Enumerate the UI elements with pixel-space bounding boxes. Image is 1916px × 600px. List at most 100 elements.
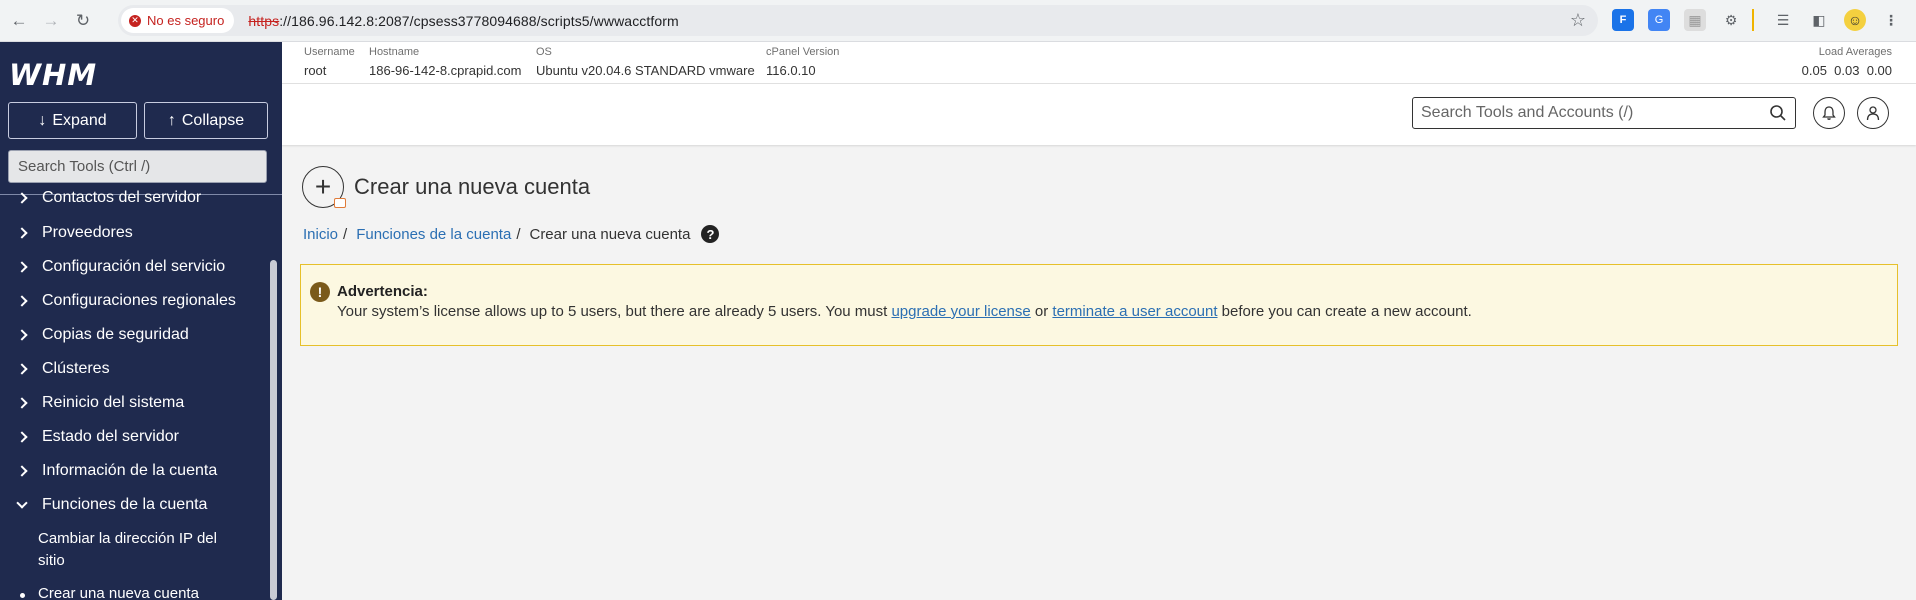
sidebar-item-regional-config[interactable]: Configuraciones regionales [16,292,236,310]
breadcrumb-separator: / [516,225,521,243]
address-bar[interactable]: ✕ No es seguro https://186.96.142.8:2087… [118,5,1598,36]
warning-text-after: before you can create a new account. [1217,303,1472,320]
url-scheme: https [248,12,280,29]
security-chip[interactable]: ✕ No es seguro [121,8,235,33]
toolbar-divider [1752,9,1754,31]
expand-button[interactable]: ↓ Expand [8,102,137,139]
chevron-right-icon [16,295,28,307]
account-badge-icon [334,198,346,208]
profile-avatar-icon[interactable]: ☺ [1844,9,1866,31]
chevron-right-icon [16,397,28,409]
browser-toolbar: ← → ↻ ✕ No es seguro https://186.96.142.… [0,0,1916,42]
help-icon[interactable]: ? [701,225,720,243]
server-info-bar: Username root Hostname 186-96-142-8.cpra… [282,42,1916,84]
sidebar-item-label: Reinicio del sistema [42,394,185,411]
breadcrumb-home-link[interactable]: Inicio [303,226,338,243]
translate-icon[interactable]: G [1648,9,1670,31]
warning-icon: ✕ [129,14,141,27]
os-label: OS [536,46,552,58]
reload-icon[interactable]: ↻ [67,5,99,37]
chevron-right-icon [16,261,28,273]
security-label: No es seguro [147,13,225,28]
search-placeholder: Search Tools and Accounts (/) [1421,104,1634,121]
search-icon [1770,105,1786,121]
hostname-label: Hostname [369,46,420,58]
warning-text-mid: or [1030,303,1053,320]
sidebar-subitem-change-ip[interactable]: Cambiar la dirección IP del sitio [38,528,238,572]
expand-label: Expand [52,111,107,129]
bookmark-star-icon[interactable]: ☆ [1570,10,1586,31]
extension-gray-icon[interactable]: ▦ [1684,9,1706,31]
sidebar-item-account-info[interactable]: Información de la cuenta [16,462,218,480]
sidebar-item-system-reboot[interactable]: Reinicio del sistema [16,394,185,412]
sidebar-item-label: Configuración del servicio [42,258,226,275]
sidebar-item-server-contacts[interactable]: Contactos del servidor [16,189,202,207]
breadcrumb-section-link[interactable]: Funciones de la cuenta [356,226,511,243]
sidebar-item-label: Proveedores [42,224,133,241]
sidebar-item-label: Información de la cuenta [42,462,218,479]
sidebar-item-label: Clústeres [42,360,110,377]
arrow-up-icon: ↑ [167,111,176,129]
sidebar-item-backups[interactable]: Copias de seguridad [16,326,189,344]
collapse-button[interactable]: ↑ Collapse [144,102,268,139]
sidebar-item-label: Funciones de la cuenta [42,496,208,513]
media-queue-icon[interactable]: ☰ [1772,9,1794,31]
hostname-value: 186-96-142-8.cprapid.com [369,63,522,78]
chevron-right-icon [16,363,28,375]
sidebar-item-label: Copias de seguridad [42,326,189,343]
whm-logo[interactable]: WHM [9,58,97,92]
sidebar-item-server-status[interactable]: Estado del servidor [16,428,179,446]
create-account-icon: + [302,166,346,208]
back-icon[interactable]: ← [3,5,35,37]
side-panel-icon[interactable]: ◧ [1808,9,1830,31]
username-label: Username [304,46,355,58]
url-text[interactable]: https://186.96.142.8:2087/cpsess37780946… [248,13,678,29]
sidebar-item-providers[interactable]: Proveedores [16,224,133,242]
menu-kebab-icon[interactable]: ⋮ [1880,9,1902,31]
warning-title: Advertencia: [337,283,428,300]
sidebar-item-account-functions[interactable]: Funciones de la cuenta [16,496,208,514]
sidebar-item-clusters[interactable]: Clústeres [16,360,110,378]
terminate-account-link[interactable]: terminate a user account [1052,303,1217,320]
sidebar-item-service-config[interactable]: Configuración del servicio [16,258,226,276]
breadcrumb: Inicio / Funciones de la cuenta / Crear … [303,225,720,243]
chevron-right-icon [16,329,28,341]
chevron-right-icon [16,227,28,239]
chevron-right-icon [16,192,28,204]
sidebar-item-label: Configuraciones regionales [42,292,236,309]
sidebar-item-label: Contactos del servidor [42,189,202,206]
load-averages-value: 0.05 0.03 0.00 [1801,63,1892,78]
forward-icon[interactable]: → [35,5,67,37]
top-header: Search Tools and Accounts (/) [282,84,1916,145]
user-icon [1866,106,1880,121]
chevron-right-icon [16,431,28,443]
breadcrumb-separator: / [343,225,348,243]
sidebar-subitem-create-account[interactable]: Crear una nueva cuenta [38,583,238,600]
user-menu-button[interactable] [1857,97,1889,129]
breadcrumb-current: Crear una nueva cuenta [529,225,691,243]
warning-text-before: Your system’s license allows up to 5 use… [337,303,892,320]
arrow-down-icon: ↓ [38,111,47,129]
cpanel-version-value: 116.0.10 [766,63,816,78]
extensions-puzzle-icon[interactable]: ⚙ [1720,9,1742,31]
sidebar-scrollbar[interactable] [270,260,277,600]
warning-message: Your system’s license allows up to 5 use… [337,303,1472,320]
sidebar: WHM ↓ Expand ↑ Collapse Search Tools (Ct… [0,42,282,600]
tools-accounts-search-input[interactable]: Search Tools and Accounts (/) [1412,97,1796,129]
page-title: Crear una nueva cuenta [354,174,591,199]
upgrade-license-link[interactable]: upgrade your license [891,303,1030,320]
active-bullet-icon [20,593,25,598]
extension-fi-icon[interactable]: F [1612,9,1634,31]
chevron-down-icon [16,497,28,509]
os-value: Ubuntu v20.04.6 STANDARD vmware [536,63,755,78]
collapse-label: Collapse [181,111,245,129]
sidebar-search-input[interactable]: Search Tools (Ctrl /) [8,150,267,183]
sidebar-item-label: Estado del servidor [42,428,179,445]
url-path: ://186.96.142.8:2087/cpsess3778094688/sc… [279,12,679,29]
notifications-button[interactable] [1813,97,1845,129]
chevron-right-icon [16,465,28,477]
load-averages-label: Load Averages [1818,46,1892,58]
cpanel-version-label: cPanel Version [766,46,840,58]
license-warning-callout: ! Advertencia: Your system’s license all… [300,264,1898,346]
exclamation-icon: ! [310,282,330,302]
